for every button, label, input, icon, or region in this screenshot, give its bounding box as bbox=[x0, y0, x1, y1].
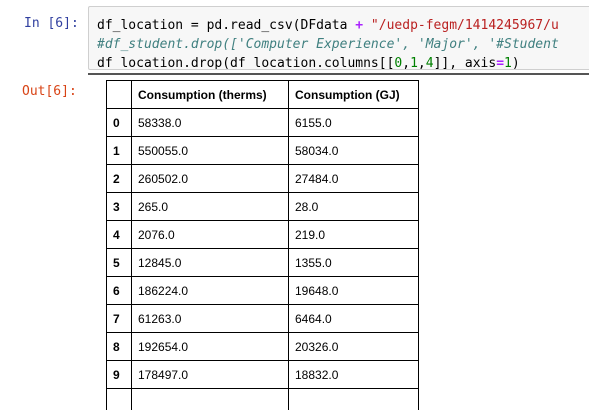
row-index bbox=[107, 389, 132, 410]
code-token: ]], axis bbox=[434, 56, 497, 70]
code-token: #df_student.drop(['Computer Experience',… bbox=[97, 37, 559, 52]
row-index: 5 bbox=[107, 249, 132, 277]
cell-therms: 178497.0 bbox=[132, 361, 289, 389]
cell-therms bbox=[132, 389, 289, 410]
code-token: 1 bbox=[504, 56, 512, 70]
cell-gj: 18832.0 bbox=[289, 361, 419, 389]
cell-therms: 192654.0 bbox=[132, 333, 289, 361]
cell-therms: 12845.0 bbox=[132, 249, 289, 277]
code-token: + bbox=[355, 18, 363, 33]
cell-gj bbox=[289, 389, 419, 410]
table-body: 058338.06155.01550055.058034.02260502.02… bbox=[107, 109, 419, 410]
column-header-therms: Consumption (therms) bbox=[132, 81, 289, 109]
cell-gj: 19648.0 bbox=[289, 277, 419, 305]
cell-gj: 219.0 bbox=[289, 221, 419, 249]
code-token: , bbox=[418, 56, 426, 70]
cell-gj: 6464.0 bbox=[289, 305, 419, 333]
cell-gj: 6155.0 bbox=[289, 109, 419, 137]
cell-gj: 1355.0 bbox=[289, 249, 419, 277]
row-index: 3 bbox=[107, 193, 132, 221]
code-token: 4 bbox=[426, 56, 434, 70]
cell-gj: 58034.0 bbox=[289, 137, 419, 165]
code-line: df_location.drop(df_location.columns[[0,… bbox=[97, 54, 589, 70]
column-header-gj: Consumption (GJ) bbox=[289, 81, 419, 109]
row-index: 9 bbox=[107, 361, 132, 389]
index-header bbox=[107, 81, 132, 109]
code-token: ) bbox=[512, 56, 520, 70]
output-area: Consumption (therms) Consumption (GJ) 05… bbox=[106, 80, 419, 410]
code-token: df_location = pd.read_csv(DFdata bbox=[97, 18, 355, 33]
table-row: 8192654.020326.0 bbox=[107, 333, 419, 361]
table-header-row: Consumption (therms) Consumption (GJ) bbox=[107, 81, 419, 109]
code-line: #df_student.drop(['Computer Experience',… bbox=[97, 35, 589, 54]
cell-separator bbox=[88, 73, 589, 75]
cell-therms: 2076.0 bbox=[132, 221, 289, 249]
code-token: df_location.drop(df_location.columns[[ bbox=[97, 56, 394, 70]
row-index: 2 bbox=[107, 165, 132, 193]
table-row: 3265.028.0 bbox=[107, 193, 419, 221]
table-row bbox=[107, 389, 419, 410]
cell-therms: 550055.0 bbox=[132, 137, 289, 165]
row-index: 6 bbox=[107, 277, 132, 305]
cell-gj: 28.0 bbox=[289, 193, 419, 221]
table-row: 6186224.019648.0 bbox=[107, 277, 419, 305]
code-token: 1 bbox=[410, 56, 418, 70]
code-line: df_location = pd.read_csv(DFdata + "/ued… bbox=[97, 16, 589, 35]
row-index: 4 bbox=[107, 221, 132, 249]
cell-therms: 58338.0 bbox=[132, 109, 289, 137]
row-index: 7 bbox=[107, 305, 132, 333]
input-prompt: In [6]: bbox=[24, 16, 79, 31]
cell-therms: 265.0 bbox=[132, 193, 289, 221]
row-index: 1 bbox=[107, 137, 132, 165]
cell-therms: 186224.0 bbox=[132, 277, 289, 305]
code-cell-editor[interactable]: df_location = pd.read_csv(DFdata + "/ued… bbox=[88, 6, 589, 70]
code-token: = bbox=[496, 56, 504, 70]
code-token: , bbox=[402, 56, 410, 70]
row-index: 0 bbox=[107, 109, 132, 137]
code-token: "/uedp-fegm/1414245967/u bbox=[363, 18, 559, 33]
dataframe-table: Consumption (therms) Consumption (GJ) 05… bbox=[106, 80, 419, 410]
cell-therms: 260502.0 bbox=[132, 165, 289, 193]
table-row: 42076.0219.0 bbox=[107, 221, 419, 249]
row-index: 8 bbox=[107, 333, 132, 361]
table-row: 9178497.018832.0 bbox=[107, 361, 419, 389]
output-prompt: Out[6]: bbox=[22, 84, 77, 99]
table-row: 2260502.027484.0 bbox=[107, 165, 419, 193]
table-row: 512845.01355.0 bbox=[107, 249, 419, 277]
table-row: 1550055.058034.0 bbox=[107, 137, 419, 165]
table-row: 058338.06155.0 bbox=[107, 109, 419, 137]
table-row: 761263.06464.0 bbox=[107, 305, 419, 333]
cell-therms: 61263.0 bbox=[132, 305, 289, 333]
cell-gj: 27484.0 bbox=[289, 165, 419, 193]
cell-gj: 20326.0 bbox=[289, 333, 419, 361]
